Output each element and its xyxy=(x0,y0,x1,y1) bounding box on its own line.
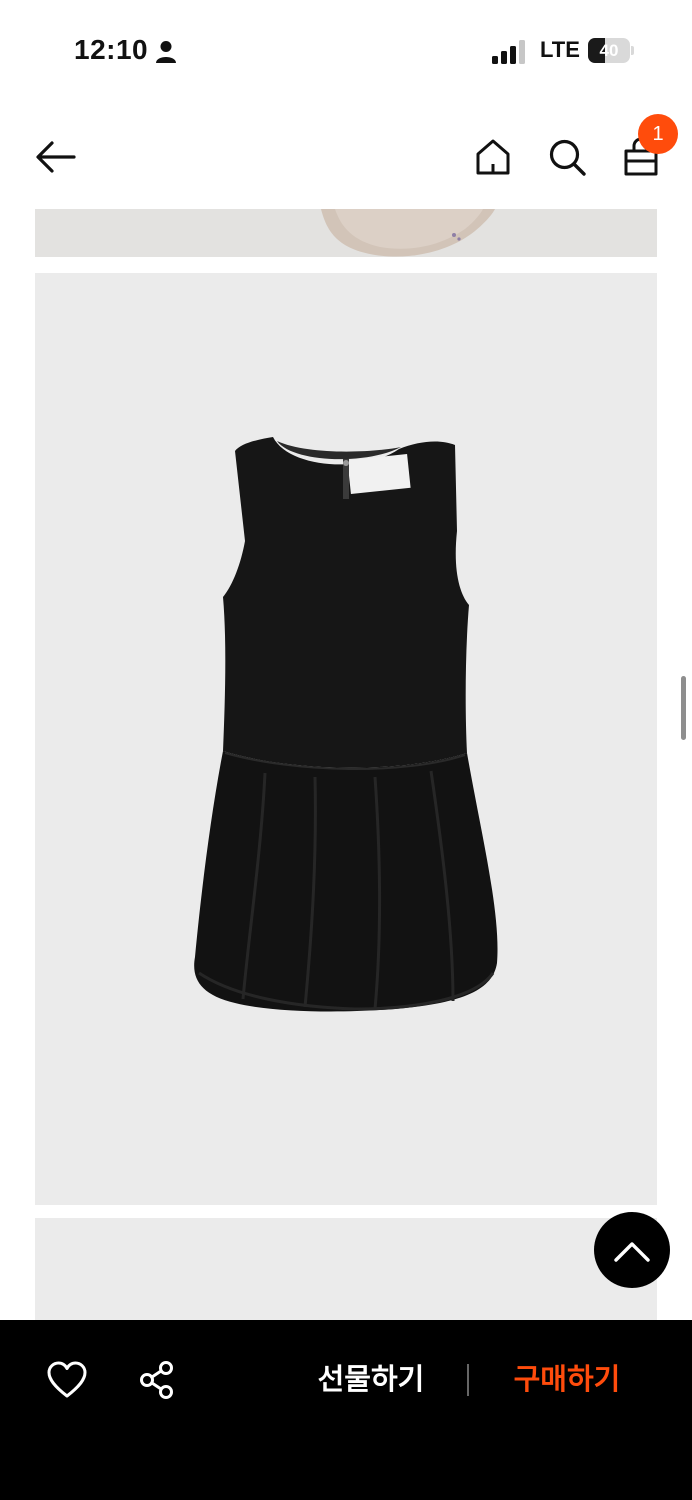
search-icon[interactable] xyxy=(546,136,588,178)
signal-icon xyxy=(492,40,525,64)
back-arrow-icon[interactable] xyxy=(34,138,78,176)
model-arm-image xyxy=(321,209,495,257)
black-dress-image xyxy=(194,437,498,1012)
home-icon[interactable] xyxy=(472,136,514,178)
buy-button[interactable]: 구매하기 xyxy=(492,1356,642,1404)
battery-level: 40 xyxy=(599,41,619,60)
heart-icon[interactable] xyxy=(46,1360,88,1400)
scroll-indicator[interactable] xyxy=(681,676,686,740)
scroll-to-top-button[interactable] xyxy=(594,1212,670,1288)
network-type: LTE xyxy=(540,37,580,62)
divider xyxy=(467,1364,469,1396)
top-navigation xyxy=(0,118,692,196)
bottom-action-bar: 선물하기 구매하기 xyxy=(0,1320,692,1500)
battery-icon: 40 xyxy=(588,38,634,63)
status-bar: 12:10 LTE 40 xyxy=(0,0,692,100)
share-icon[interactable] xyxy=(138,1360,176,1400)
status-time: 12:10 xyxy=(74,34,149,65)
product-image-partial xyxy=(35,209,657,257)
product-image-next xyxy=(35,1218,657,1322)
product-image xyxy=(35,273,657,1205)
chevron-up-icon xyxy=(614,1242,650,1262)
person-icon xyxy=(156,41,176,63)
gift-button[interactable]: 선물하기 xyxy=(296,1356,446,1404)
cart-count-badge: 1 xyxy=(638,114,678,154)
